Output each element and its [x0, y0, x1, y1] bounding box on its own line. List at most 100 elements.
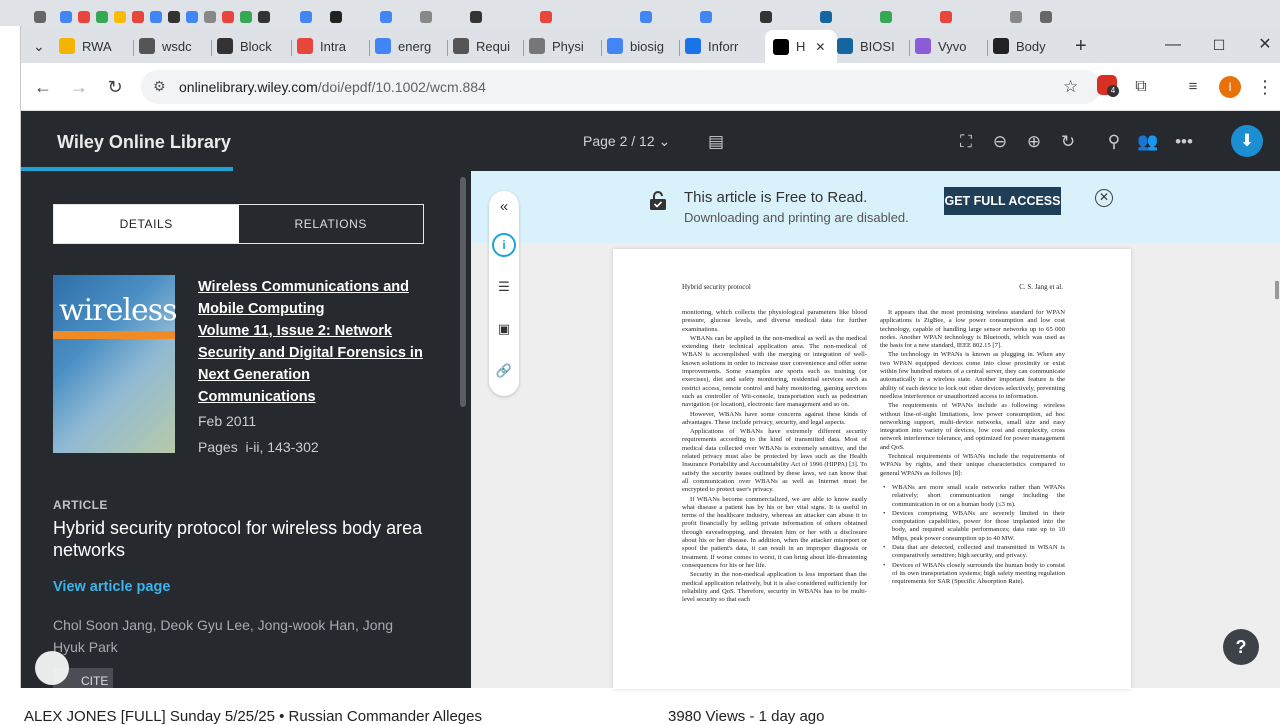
address-bar[interactable]: ⚙ onlinelibrary.wiley.com/doi/epdf/10.10…	[141, 70, 1101, 104]
back-button[interactable]: ←	[31, 75, 55, 99]
tab-label: Block	[240, 38, 272, 54]
pdf-paragraph: If WBANs become commercialized, we are a…	[682, 495, 867, 569]
download-icon[interactable]: ⬇	[1231, 125, 1263, 157]
cookie-settings-icon[interactable]	[35, 651, 69, 685]
background-tab-strip	[0, 0, 1280, 26]
view-article-link[interactable]: View article page	[53, 579, 170, 595]
tab-label: Intra	[320, 38, 347, 54]
page-layout-icon[interactable]: ▤	[705, 131, 727, 153]
link-icon[interactable]: 🔗	[494, 361, 514, 381]
background-close-icon	[34, 11, 46, 23]
collapse-panel-icon[interactable]: «	[494, 197, 514, 217]
browser-menu-icon[interactable]: ⋮	[1253, 75, 1277, 99]
profile-avatar[interactable]: I	[1219, 76, 1241, 98]
browser-tab[interactable]: Body	[993, 32, 1063, 60]
tab-label: H	[796, 39, 806, 54]
lock-icon	[453, 38, 469, 54]
tab-separator	[133, 40, 134, 56]
tab-separator	[291, 40, 292, 56]
info-icon[interactable]: i	[492, 233, 516, 257]
tab-label: biosig	[630, 38, 664, 54]
browser-tab[interactable]: Physi	[529, 32, 599, 60]
pdf-paragraph: WBANs can be applied in the non-medical …	[682, 334, 867, 409]
pdf-paragraph: monitoring, which collects the physiolog…	[682, 309, 867, 333]
close-banner-icon[interactable]: ✕	[1095, 189, 1113, 207]
reload-button[interactable]: ↻	[103, 75, 127, 99]
cover-title: wireless	[59, 293, 178, 328]
pdf-bullet: Data that are detected, collected and tr…	[880, 544, 1065, 561]
url-text: onlinelibrary.wiley.com/doi/epdf/10.1002…	[179, 79, 486, 95]
journal-line: Mobile Computing	[198, 301, 325, 317]
window-close-button[interactable]: ✕	[1253, 34, 1277, 56]
browser-tab[interactable]: Intra	[297, 32, 367, 60]
zoom-out-icon[interactable]: ⊖	[989, 131, 1011, 153]
journal-cover[interactable]: wireless	[53, 275, 178, 453]
pdf-bullet: Devices comprising WBANs are severely li…	[880, 510, 1065, 543]
get-full-access-button[interactable]: GET FULL ACCESS	[944, 187, 1061, 215]
tab-details[interactable]: DETAILS	[54, 205, 239, 243]
free-read-banner: This article is Free to Read. Downloadin…	[471, 171, 1280, 243]
share-users-icon[interactable]: 👥	[1137, 131, 1159, 153]
extension-badge: 4	[1107, 85, 1119, 97]
browser-tab[interactable]: RWA	[59, 32, 131, 60]
pdf-column-right: It appears that the most promising wirel…	[880, 309, 1065, 588]
extension-icon[interactable]: 4	[1097, 75, 1119, 97]
new-tab-button[interactable]: +	[1075, 32, 1087, 60]
contents-list-icon[interactable]: ☰	[494, 277, 514, 297]
more-options-icon[interactable]: •••	[1173, 131, 1195, 153]
tab-separator	[601, 40, 602, 56]
pdf-paragraph: Applications of WBANs have extremely dif…	[682, 428, 867, 494]
r-icon	[217, 38, 233, 54]
pdf-page: Hybrid security protocol C. S. Jang et a…	[613, 249, 1131, 689]
background-video-title: ALEX JONES [FULL] Sunday 5/25/25 • Russi…	[24, 708, 482, 725]
wiley-brand[interactable]: Wiley Online Library	[57, 132, 231, 153]
search-icon[interactable]: ⚲	[1103, 131, 1125, 153]
media-control-icon[interactable]: ≡	[1181, 75, 1205, 99]
journal-link[interactable]: Wireless Communications and Mobile Comput…	[198, 276, 428, 408]
tab-relations[interactable]: RELATIONS	[238, 205, 423, 243]
tab-separator	[447, 40, 448, 56]
browser-tab[interactable]: biosig	[607, 32, 677, 60]
viewer-scrollbar[interactable]	[1275, 281, 1279, 299]
tab-separator	[679, 40, 680, 56]
e-icon	[297, 38, 313, 54]
tab-search-dropdown[interactable]: ⌄	[33, 32, 53, 60]
extensions-puzzle-icon[interactable]: ⧉	[1129, 75, 1153, 99]
bookmark-star-icon[interactable]: ☆	[1063, 77, 1078, 97]
journal-line: Communications	[198, 389, 316, 405]
site-info-icon[interactable]: ⚙	[153, 78, 166, 95]
forward-button[interactable]: →	[67, 75, 91, 99]
panel-scrollbar[interactable]	[460, 177, 466, 407]
browser-tab[interactable]: BIOSI	[837, 32, 907, 60]
pdf-column-left: monitoring, which collects the physiolog…	[682, 309, 867, 605]
rotate-icon[interactable]: ↻	[1057, 131, 1079, 153]
globe-icon	[139, 38, 155, 54]
tab-separator	[523, 40, 524, 56]
fullscreen-icon[interactable]: ⛶	[955, 131, 977, 153]
pdf-paragraph: The technology in WPANs is known as plug…	[880, 351, 1065, 400]
maximize-button[interactable]: ☐	[1207, 34, 1231, 56]
help-icon[interactable]: ?	[1223, 629, 1259, 665]
journal-line: Volume 11, Issue 2: Network	[198, 323, 392, 339]
minimize-button[interactable]: —	[1161, 34, 1185, 56]
biosi-icon	[837, 38, 853, 54]
authors: Chol Soon Jang, Deok Gyu Lee, Jong-wook …	[53, 617, 394, 655]
browser-tab[interactable]: energ	[375, 32, 445, 60]
browser-tab[interactable]: Inforr	[685, 32, 755, 60]
zoom-in-icon[interactable]: ⊕	[1023, 131, 1045, 153]
issue-pages: Pages i-ii, 143-302	[198, 439, 319, 455]
reader-header: Wiley Online Library Page 2 / 12 ⌄ ▤ ⛶ ⊖…	[21, 111, 1280, 171]
browser-tab[interactable]: H ✕	[765, 30, 837, 63]
browser-tab[interactable]: Requi	[453, 32, 521, 60]
browser-tab[interactable]: Block	[217, 32, 289, 60]
tab-label: Body	[1016, 38, 1046, 54]
browser-tab[interactable]: wsdc	[139, 32, 209, 60]
banner-subtitle: Downloading and printing are disabled.	[684, 210, 909, 225]
heart-icon	[915, 38, 931, 54]
tab-close-icon[interactable]: ✕	[815, 40, 825, 54]
browser-tab[interactable]: Vyvo	[915, 32, 985, 60]
unlock-icon	[650, 191, 666, 210]
page-indicator[interactable]: Page 2 / 12 ⌄	[583, 133, 670, 150]
tab-label: RWA	[82, 38, 112, 54]
figures-image-icon[interactable]: ▣	[494, 319, 514, 339]
